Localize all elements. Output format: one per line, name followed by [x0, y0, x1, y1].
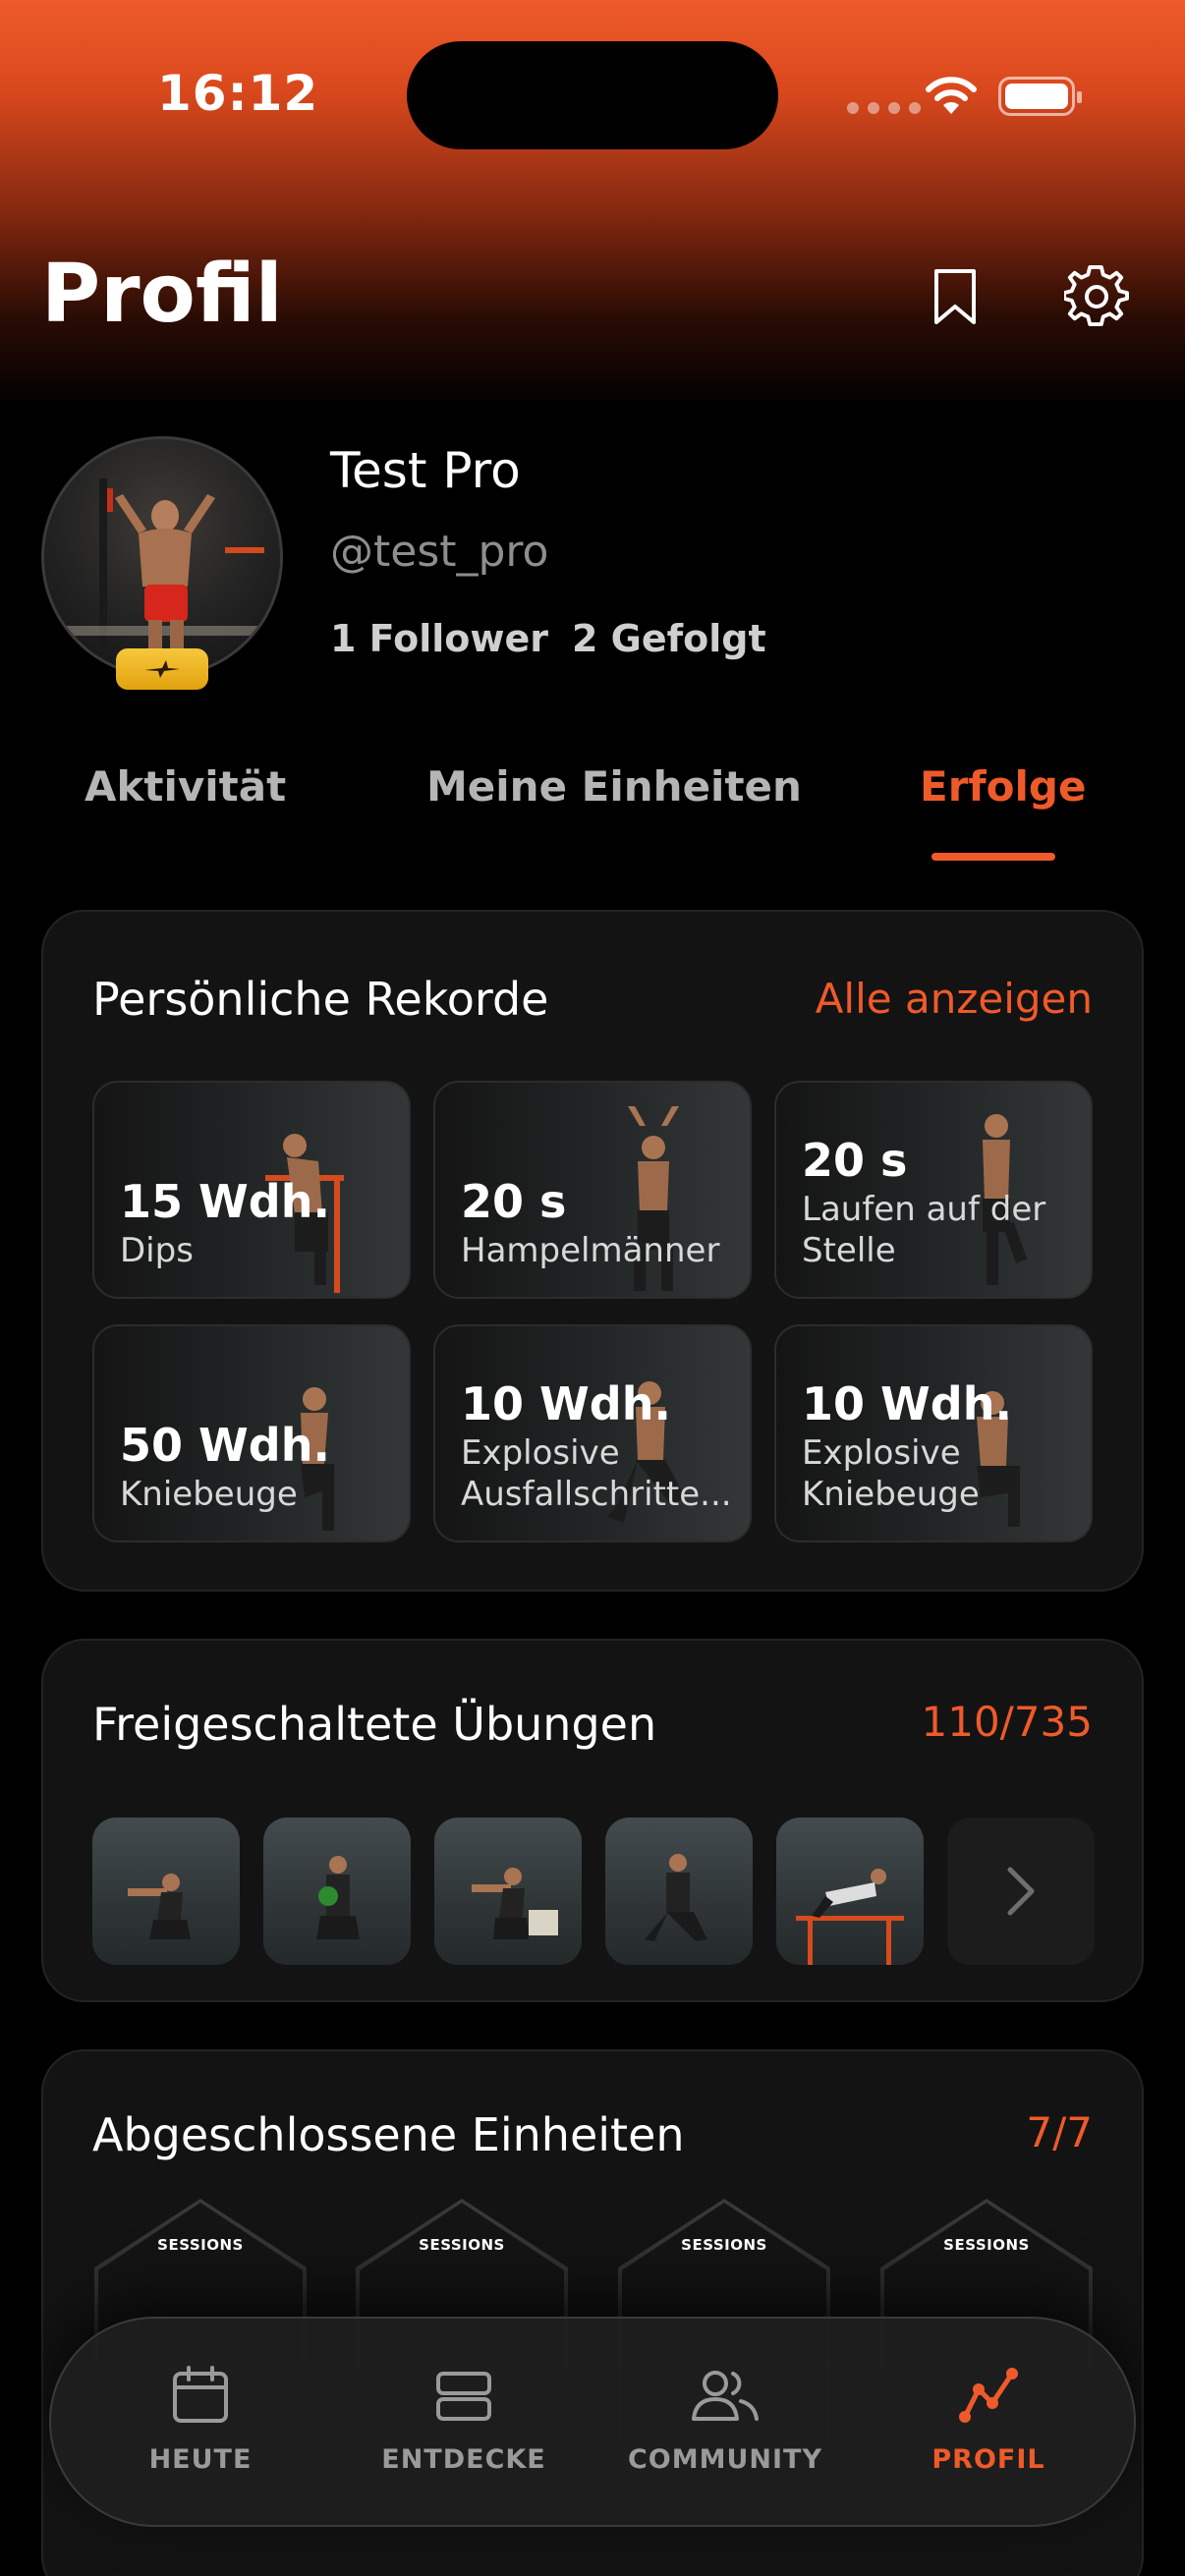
- status-time: 16:12: [157, 65, 319, 122]
- battery-icon: [998, 77, 1082, 116]
- exercise-thumbnail[interactable]: [776, 1818, 924, 1965]
- signal-icon: [847, 102, 921, 114]
- pro-badge: [116, 648, 208, 690]
- nav-profil[interactable]: PROFIL: [880, 2366, 1097, 2493]
- chevron-right-icon: [1007, 1867, 1035, 1916]
- record-tile[interactable]: 50 Wdh. Kniebeuge: [92, 1324, 411, 1542]
- bottom-navigation: HEUTE ENTDECKE COMMUNITY PROFIL: [49, 2317, 1136, 2527]
- wifi-icon: [926, 77, 977, 114]
- profile-handle: @test_pro: [330, 527, 549, 577]
- nav-label: COMMUNITY: [627, 2444, 823, 2475]
- following-link[interactable]: 2 Gefolgt: [572, 617, 766, 660]
- followers-link[interactable]: 1 Follower: [330, 617, 548, 660]
- record-tile[interactable]: 10 Wdh. Explosive Ausfallschritte...: [433, 1324, 752, 1542]
- exercises-count: 110/735: [921, 1698, 1093, 1746]
- tab-aktivitaet[interactable]: Aktivität: [85, 762, 286, 811]
- record-tile[interactable]: 10 Wdh. Explosive Kniebeuge: [774, 1324, 1093, 1542]
- record-value: 15 Wdh.: [120, 1175, 330, 1228]
- show-all-link[interactable]: Alle anzeigen: [816, 975, 1093, 1023]
- tab-meine-einheiten[interactable]: Meine Einheiten: [426, 762, 802, 811]
- record-label: Explosive Kniebeuge: [802, 1433, 980, 1514]
- record-label: Hampelmänner: [461, 1231, 720, 1270]
- exercises-card: Freigeschaltete Übungen 110/735: [41, 1639, 1144, 2002]
- record-value: 50 Wdh.: [120, 1419, 330, 1472]
- record-value: 20 s: [802, 1134, 908, 1187]
- avatar[interactable]: [41, 436, 283, 678]
- record-label: Explosive Ausfallschritte...: [461, 1433, 732, 1514]
- tab-indicator: [931, 853, 1055, 861]
- follow-stats: 1 Follower 2 Gefolgt: [330, 617, 766, 660]
- nav-entdecke[interactable]: ENTDECKE: [356, 2366, 572, 2493]
- records-title: Persönliche Rekorde: [92, 973, 549, 1026]
- dynamic-island: [407, 41, 778, 149]
- record-tile[interactable]: 15 Wdh. Dips: [92, 1081, 411, 1299]
- nav-community[interactable]: COMMUNITY: [617, 2366, 833, 2493]
- session-badge-label: SESSIONS: [419, 2236, 505, 2254]
- records-card: Persönliche Rekorde Alle anzeigen 15 Wdh…: [41, 910, 1144, 1592]
- record-value: 20 s: [461, 1175, 567, 1228]
- session-badge-label: SESSIONS: [681, 2236, 767, 2254]
- nav-label: PROFIL: [931, 2444, 1045, 2475]
- nav-label: HEUTE: [148, 2444, 253, 2475]
- bookmark-icon[interactable]: [916, 257, 994, 336]
- record-label: Kniebeuge: [120, 1475, 298, 1514]
- record-value: 10 Wdh.: [802, 1377, 1012, 1430]
- sessions-title: Abgeschlossene Einheiten: [92, 2108, 685, 2161]
- session-badge-label: SESSIONS: [943, 2236, 1030, 2254]
- record-value: 10 Wdh.: [461, 1377, 671, 1430]
- session-badge-label: SESSIONS: [157, 2236, 244, 2254]
- exercise-thumbnail[interactable]: [263, 1818, 411, 1965]
- exercise-thumbnail[interactable]: [605, 1818, 753, 1965]
- sessions-count: 7/7: [1026, 2108, 1093, 2156]
- exercises-title: Freigeschaltete Übungen: [92, 1698, 657, 1751]
- bolt-icon: [144, 660, 180, 678]
- record-label: Dips: [120, 1231, 194, 1270]
- status-bar: 16:12: [0, 0, 1185, 149]
- exercise-thumbnail[interactable]: [434, 1818, 582, 1965]
- calendar-icon: [173, 2366, 228, 2423]
- nav-heute[interactable]: HEUTE: [92, 2366, 309, 2493]
- stack-icon: [436, 2372, 491, 2421]
- profile-name: Test Pro: [330, 442, 521, 499]
- exercise-thumbnail[interactable]: [92, 1818, 240, 1965]
- page-title: Profil: [41, 248, 283, 341]
- tab-erfolge[interactable]: Erfolge: [920, 762, 1086, 811]
- more-exercises-button[interactable]: [947, 1818, 1095, 1965]
- chart-line-icon: [959, 2368, 1018, 2423]
- gear-icon[interactable]: [1057, 257, 1136, 336]
- nav-label: ENTDECKE: [381, 2444, 546, 2475]
- record-tile[interactable]: 20 s Hampelmänner: [433, 1081, 752, 1299]
- record-label: Laufen auf der Stelle: [802, 1190, 1046, 1270]
- record-tile[interactable]: 20 s Laufen auf der Stelle: [774, 1081, 1093, 1299]
- people-icon: [692, 2371, 759, 2421]
